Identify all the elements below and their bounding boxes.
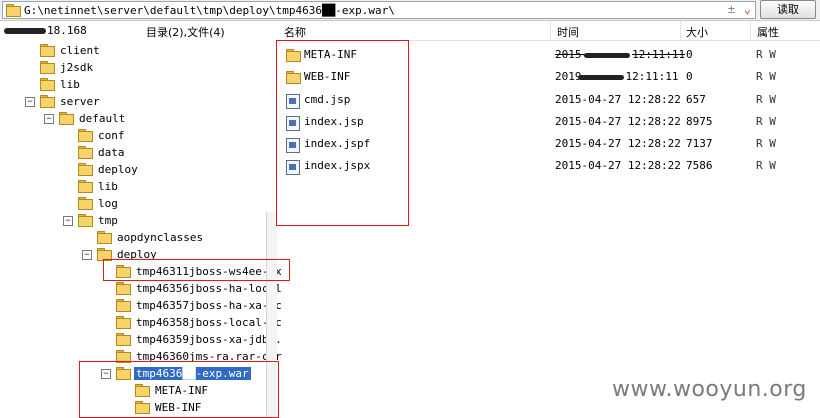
folder-icon: [97, 231, 112, 244]
folder-icon: [78, 146, 93, 159]
time-cell: 2019 12:11:11: [555, 70, 679, 83]
column-divider[interactable]: [750, 21, 751, 40]
folder-icon: [40, 61, 55, 74]
folder-icon: [116, 282, 131, 295]
folder-icon: [40, 78, 55, 91]
annotation-box: [79, 361, 279, 418]
collapse-toggle[interactable]: −: [25, 97, 35, 107]
tree-header: 18.168 目录(2),文件(4): [0, 21, 276, 40]
folder-icon: [78, 129, 93, 142]
item-count: 目录(2),文件(4): [146, 26, 225, 39]
read-button[interactable]: 读取: [760, 0, 816, 19]
watermark: www.wooyun.org: [612, 377, 807, 402]
path-bar: G:\netinnet\server\default\tmp\deploy\tm…: [0, 0, 820, 21]
folder-icon: [78, 163, 93, 176]
folder-icon: [78, 214, 93, 227]
collapse-toggle[interactable]: −: [82, 250, 92, 260]
folder-icon: [116, 299, 131, 312]
redaction-scribble: [4, 28, 46, 34]
column-name[interactable]: 名称: [284, 24, 306, 40]
folder-icon: [78, 180, 93, 193]
annotation-box: [276, 40, 409, 226]
collapse-toggle[interactable]: −: [63, 216, 73, 226]
folder-icon: [78, 197, 93, 210]
path-text: G:\netinnet\server\default\tmp\deploy\tm…: [24, 4, 395, 17]
folder-icon: [59, 112, 74, 125]
redaction-scribble: [584, 52, 631, 58]
column-divider[interactable]: [550, 21, 551, 40]
folder-icon: [116, 316, 131, 329]
folder-icon: [40, 44, 55, 57]
column-size[interactable]: 大小: [686, 24, 708, 40]
host-ip: 18.168: [4, 24, 87, 37]
column-attr[interactable]: 属性: [757, 24, 779, 40]
folder-icon: [6, 4, 21, 17]
collapse-toggle[interactable]: −: [44, 114, 54, 124]
path-input[interactable]: G:\netinnet\server\default\tmp\deploy\tm…: [2, 1, 756, 19]
annotation-box: [103, 259, 290, 281]
plusminus-icon[interactable]: ±: [728, 2, 735, 16]
redaction-scribble: [577, 74, 624, 80]
time-cell: 2015- 12:11:11: [555, 48, 686, 61]
folder-icon: [116, 333, 131, 346]
list-header: 名称 时间 大小 属性: [280, 21, 820, 41]
chevron-down-icon[interactable]: ⌄: [744, 2, 751, 16]
folder-icon: [40, 95, 55, 108]
column-time[interactable]: 时间: [557, 24, 579, 40]
column-divider[interactable]: [680, 21, 681, 40]
